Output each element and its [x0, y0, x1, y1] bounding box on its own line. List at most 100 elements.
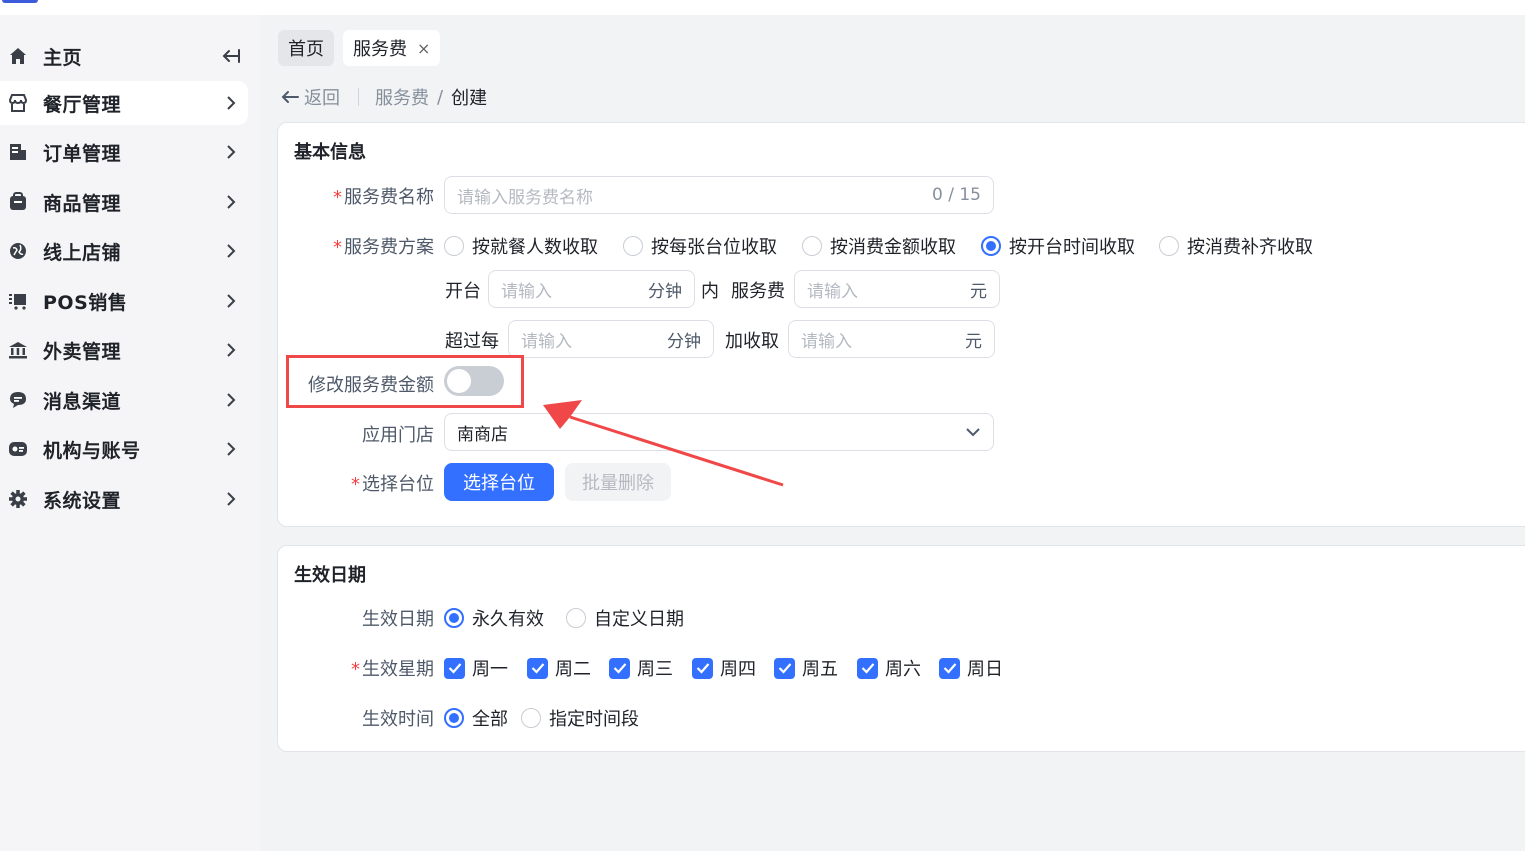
radio-circle [521, 708, 541, 728]
checkbox-wednesday[interactable]: 周三 [609, 655, 673, 681]
open-minutes-input[interactable]: 请输入 分钟 [488, 270, 695, 308]
sidebar-item-home[interactable]: 主页 [0, 34, 248, 78]
sidebar-item-messages[interactable]: 消息渠道 [0, 378, 248, 422]
service-fee-label: 服务费 [731, 281, 785, 302]
placeholder: 请输入 [521, 331, 572, 352]
radio-circle [1159, 236, 1179, 256]
chevron-right-icon [224, 294, 238, 308]
sidebar-item-accounts[interactable]: 机构与账号 [0, 427, 248, 471]
checkbox-thursday[interactable]: 周四 [692, 655, 756, 681]
placeholder: 请输入服务费名称 [457, 187, 593, 208]
service-fee-name-input[interactable]: 请输入服务费名称 0 / 15 [444, 176, 994, 214]
sidebar-item-delivery[interactable]: 外卖管理 [0, 328, 248, 372]
radio-per-person[interactable]: 按就餐人数收取 [444, 233, 598, 259]
back-label: 返回 [304, 88, 340, 109]
chevron-right-icon [224, 96, 238, 110]
radio-circle [566, 608, 586, 628]
radio-permanent[interactable]: 永久有效 [444, 605, 544, 631]
sidebar-item-label: 消息渠道 [43, 390, 122, 413]
select-tables-label: * 选择台位 [351, 474, 434, 495]
chevron-down-icon [965, 422, 981, 442]
radio-circle-selected [444, 708, 464, 728]
radio-per-topup[interactable]: 按消费补齐收取 [1159, 233, 1313, 259]
sidebar-item-settings[interactable]: 系统设置 [0, 477, 248, 521]
breadcrumb-parent[interactable]: 服务费 [375, 84, 429, 110]
sidebar-item-restaurant[interactable]: 餐厅管理 [0, 81, 248, 125]
select-tables-button[interactable]: 选择台位 [444, 463, 554, 501]
radio-per-amount[interactable]: 按消费金额收取 [802, 233, 956, 259]
service-fee-plan-label: * 服务费方案 [333, 237, 434, 258]
radio-per-table[interactable]: 按每张台位收取 [623, 233, 777, 259]
bank-icon [8, 340, 28, 360]
account-icon [8, 439, 28, 459]
checkbox-monday[interactable]: 周一 [444, 655, 508, 681]
effective-date-label: 生效日期 [362, 609, 434, 630]
chevron-right-icon [224, 492, 238, 506]
add-charge-label: 加收取 [725, 331, 779, 352]
radio-circle-selected [444, 608, 464, 628]
apply-store-label: 应用门店 [362, 425, 434, 446]
sidebar-item-label: 系统设置 [43, 489, 122, 512]
check-icon [939, 657, 960, 679]
extra-minutes-input[interactable]: 请输入 分钟 [508, 320, 714, 358]
section-title: 生效日期 [294, 565, 366, 586]
service-fee-name-label: * 服务费名称 [333, 187, 434, 208]
sidebar-item-label: POS销售 [43, 291, 128, 314]
check-icon [692, 657, 713, 679]
tab-service-fee[interactable]: 服务费 × [343, 30, 441, 66]
sidebar-item-goods[interactable]: 商品管理 [0, 180, 248, 224]
back-button[interactable]: 返回 [280, 84, 340, 110]
sidebar-item-label: 订单管理 [43, 142, 122, 165]
breadcrumb-divider [358, 88, 359, 106]
placeholder: 请输入 [801, 331, 852, 352]
collapse-sidebar-icon[interactable] [220, 47, 242, 65]
sidebar-item-online-store[interactable]: 线上店铺 [0, 229, 248, 273]
order-icon [8, 142, 28, 162]
radio-all-time[interactable]: 全部 [444, 705, 508, 731]
sidebar-item-label: 主页 [43, 46, 83, 69]
placeholder: 请输入 [807, 281, 858, 302]
chevron-right-icon [224, 343, 238, 357]
globe-icon [8, 241, 28, 261]
section-title: 基本信息 [294, 142, 366, 163]
checkbox-saturday[interactable]: 周六 [857, 655, 921, 681]
radio-custom-date[interactable]: 自定义日期 [566, 605, 684, 631]
check-icon [774, 657, 795, 679]
minutes-suffix: 分钟 [648, 281, 682, 302]
message-icon [8, 390, 28, 410]
extra-fee-input[interactable]: 请输入 元 [788, 320, 995, 358]
sidebar-item-orders[interactable]: 订单管理 [0, 130, 248, 174]
char-counter: 0 / 15 [932, 185, 981, 205]
tab-label: 首页 [288, 39, 324, 60]
logo-fragment [2, 0, 38, 3]
sidebar-item-pos[interactable]: POS销售 [0, 279, 248, 323]
yuan-suffix: 元 [970, 281, 987, 302]
minutes-suffix: 分钟 [667, 331, 701, 352]
tab-home[interactable]: 首页 [278, 30, 334, 66]
chevron-right-icon [224, 195, 238, 209]
radio-time-range[interactable]: 指定时间段 [521, 705, 639, 731]
gear-icon [8, 489, 28, 509]
open-table-label: 开台 [445, 281, 481, 302]
exceed-every-label: 超过每 [445, 331, 499, 352]
chevron-right-icon [224, 145, 238, 159]
store-select[interactable]: 南商店 [444, 413, 994, 451]
checkbox-friday[interactable]: 周五 [774, 655, 838, 681]
radio-circle [802, 236, 822, 256]
batch-delete-button[interactable]: 批量删除 [565, 463, 671, 501]
pos-icon [8, 291, 28, 311]
yuan-suffix: 元 [965, 331, 982, 352]
radio-circle [623, 236, 643, 256]
chevron-right-icon [224, 393, 238, 407]
store-icon [8, 93, 28, 113]
open-fee-input[interactable]: 请输入 元 [794, 270, 1000, 308]
chevron-right-icon [224, 244, 238, 258]
top-bar [0, 0, 1525, 15]
radio-per-open-time[interactable]: 按开台时间收取 [981, 233, 1135, 259]
checkbox-tuesday[interactable]: 周二 [527, 655, 591, 681]
effective-weekdays-label: * 生效星期 [351, 659, 434, 680]
close-icon[interactable]: × [417, 39, 430, 58]
placeholder: 请输入 [501, 281, 552, 302]
checkbox-sunday[interactable]: 周日 [939, 655, 1003, 681]
sidebar: 主页 餐厅管理 订单管理 商品管理 线上店铺 POS销售 外卖管理 消息渠道 机… [0, 15, 260, 851]
